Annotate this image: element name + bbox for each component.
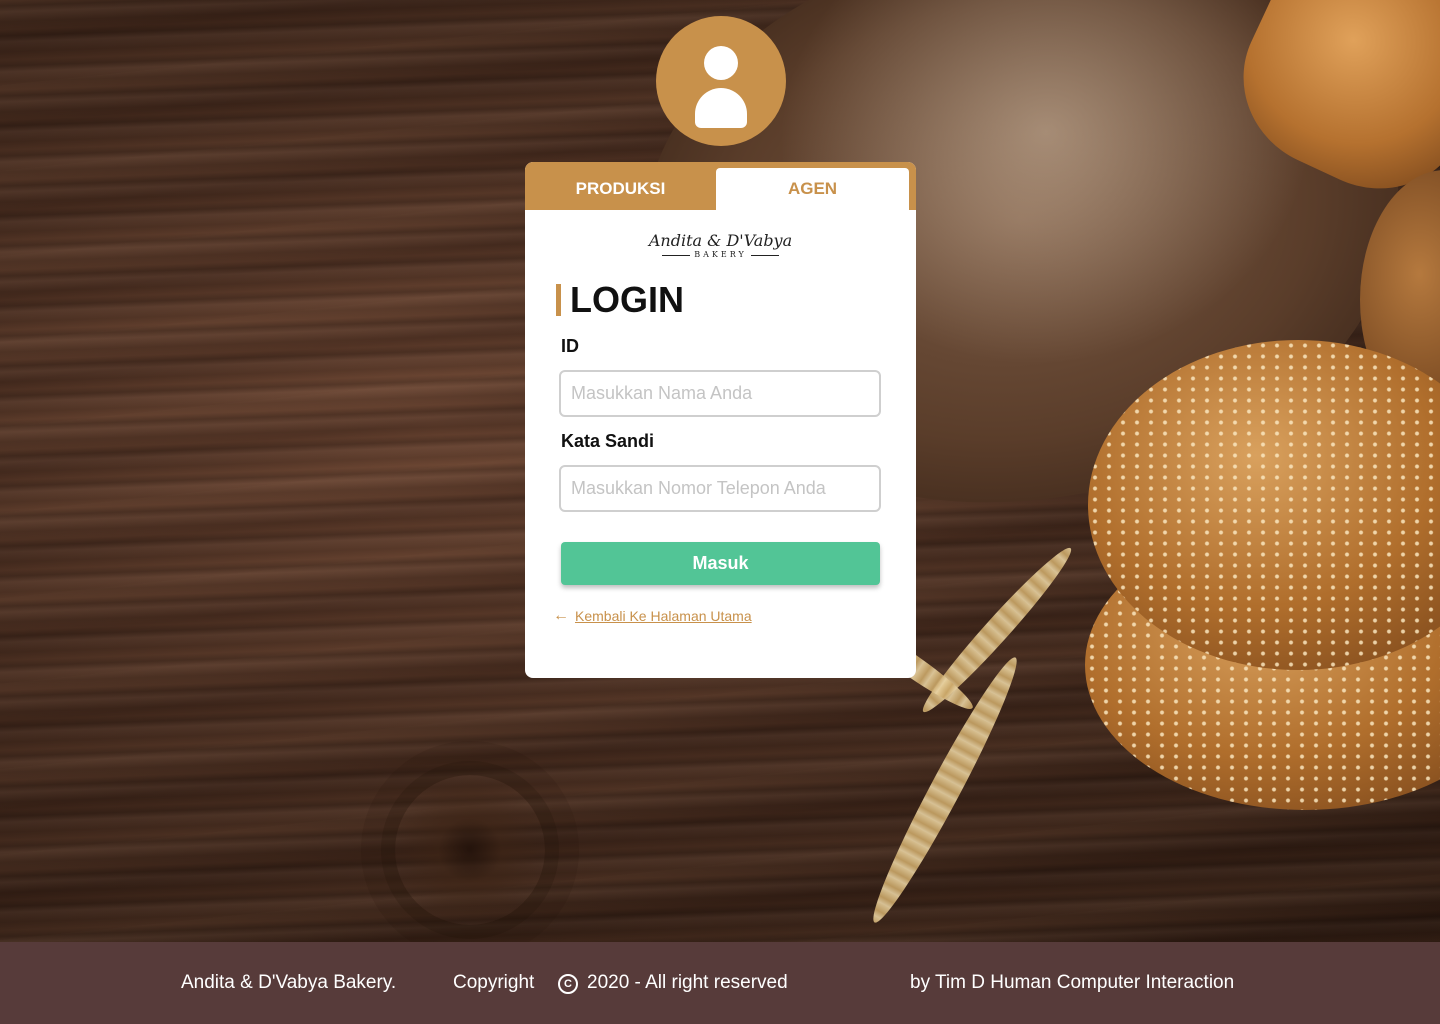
masuk-button[interactable]: Masuk	[561, 542, 880, 585]
footer: Andita & D'Vabya Bakery. Copyright C 202…	[0, 942, 1440, 1024]
logo-subtitle: BAKERY	[625, 250, 816, 260]
role-tabs: PRODUKSI AGEN	[525, 162, 916, 210]
user-avatar-icon	[656, 16, 786, 146]
login-title: LOGIN	[570, 279, 684, 320]
footer-year-text: 2020 - All right reserved	[587, 972, 788, 993]
id-label: ID	[561, 336, 579, 356]
avatar-body	[695, 88, 747, 128]
title-accent-bar	[556, 284, 561, 316]
avatar-head	[704, 46, 738, 80]
password-input[interactable]	[559, 465, 881, 512]
back-link-text[interactable]: Kembali Ke Halaman Utama	[575, 608, 752, 624]
arrow-left-icon: ←	[553, 607, 569, 624]
footer-credit: by Tim D Human Computer Interaction	[910, 972, 1235, 993]
login-card: PRODUKSI AGEN Andita & D'Vabya BAKERY LO…	[525, 162, 916, 678]
id-input[interactable]	[559, 370, 881, 417]
footer-brand: Andita & D'Vabya Bakery.	[181, 972, 397, 993]
footer-copyright-label: Copyright	[453, 972, 535, 993]
tab-agen[interactable]: AGEN	[716, 168, 909, 210]
tab-produksi[interactable]: PRODUKSI	[525, 168, 716, 210]
password-label: Kata Sandi	[561, 431, 655, 451]
bakery-logo: Andita & D'Vabya BAKERY	[625, 232, 816, 260]
logo-script-text: Andita & D'Vabya	[648, 231, 793, 250]
back-to-home-link[interactable]: ← Kembali Ke Halaman Utama	[553, 607, 752, 625]
wood-knot	[395, 775, 545, 925]
copyright-icon: C	[558, 974, 578, 994]
